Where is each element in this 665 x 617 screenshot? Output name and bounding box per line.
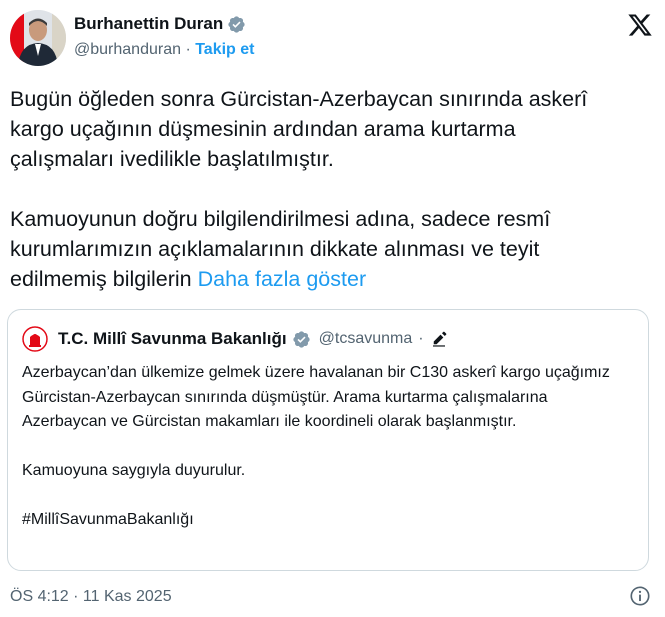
- quoted-tweet-text: Azerbaycan’dan ülkemize gelmek üzere hav…: [22, 361, 632, 533]
- quoted-separator: ·: [418, 330, 424, 347]
- tweet-timestamp[interactable]: ÖS 4:12 · 11 Kas 2025: [10, 588, 172, 606]
- quoted-avatar: [22, 326, 48, 352]
- show-more-link[interactable]: Daha fazla göster: [198, 267, 367, 291]
- tweet-paragraph: Bugün öğleden sonra Gürcistan-Azerbaycan…: [10, 87, 588, 171]
- author-avatar[interactable]: [10, 10, 66, 66]
- author-name[interactable]: Burhanettin Duran: [74, 14, 223, 34]
- tweet-header: Burhanettin Duran @burhanduran · Takip e…: [10, 8, 653, 68]
- info-icon[interactable]: [629, 585, 651, 607]
- edit-pencil-icon: [432, 331, 446, 347]
- quoted-tweet[interactable]: T.C. Millî Savunma Bakanlığı @tcsavunma …: [7, 309, 649, 571]
- tweet-paragraph: Kamuoyunun doğru bilgilendirilmesi adına…: [10, 204, 610, 294]
- quoted-hashtag: #MillîSavunmaBakanlığı: [22, 511, 194, 528]
- verified-badge-icon: [228, 15, 245, 33]
- tweet-footer: ÖS 4:12 · 11 Kas 2025: [10, 585, 651, 609]
- author-handle[interactable]: @burhanduran: [74, 41, 181, 58]
- tweet-text: Bugün öğleden sonra Gürcistan-Azerbaycan…: [10, 84, 610, 294]
- handle-separator: ·: [185, 41, 191, 58]
- verified-badge-icon: [293, 330, 310, 348]
- quoted-author-name: T.C. Millî Savunma Bakanlığı: [58, 329, 287, 348]
- follow-button[interactable]: Takip et: [195, 41, 254, 58]
- quoted-author-handle: @tcsavunma: [318, 330, 413, 347]
- quoted-paragraph: Kamuoyuna saygıyla duyurulur.: [22, 462, 246, 479]
- x-logo-icon[interactable]: [627, 12, 653, 38]
- quoted-paragraph: Azerbaycan’dan ülkemize gelmek üzere hav…: [22, 364, 610, 430]
